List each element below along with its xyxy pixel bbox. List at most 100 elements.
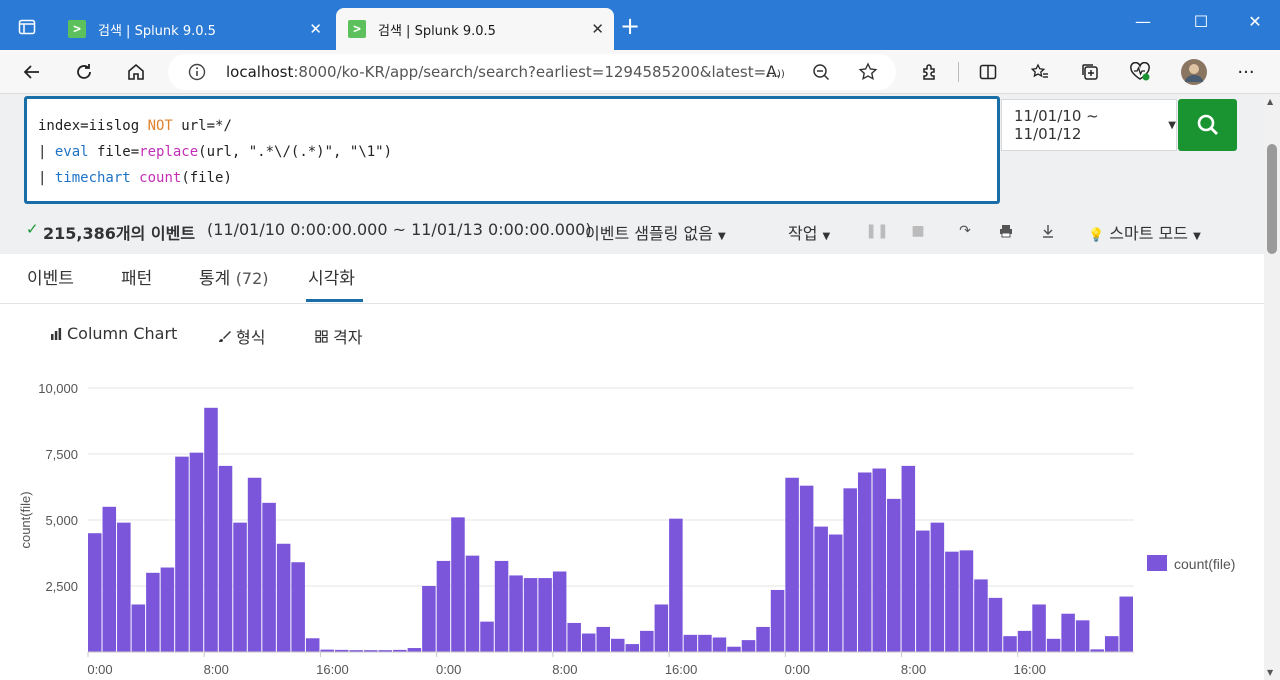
tab-statistics-count: (72)	[235, 269, 269, 288]
site-info-icon[interactable]	[188, 63, 206, 85]
chart-bar	[1119, 596, 1133, 652]
browser-essentials-icon[interactable]	[1126, 58, 1154, 86]
stop-icon[interactable]: ■	[909, 222, 927, 240]
search-query-input[interactable]: index=iislog NOT url=*/ | eval file=repl…	[24, 96, 1000, 204]
query-line-2: | eval file=replace(url, ".*\/(.*)", "\1…	[38, 139, 986, 165]
tab-patterns[interactable]: 패턴	[121, 264, 152, 289]
y-tick-label: 7,500	[45, 447, 78, 462]
chart-bar	[843, 488, 857, 652]
read-aloud-icon[interactable]: A))	[766, 62, 785, 81]
job-dropdown[interactable]: 작업 ▼	[788, 220, 830, 244]
minimize-icon[interactable]: —	[1128, 12, 1158, 31]
chart-bar	[189, 452, 204, 652]
favorite-star-icon[interactable]	[858, 62, 878, 86]
tab-actions-icon[interactable]	[14, 14, 40, 40]
chart-bar	[1104, 636, 1119, 652]
scroll-up-icon[interactable]: ▲	[1267, 97, 1273, 106]
chart-bar	[828, 534, 843, 652]
format-label: 형식	[236, 328, 266, 347]
time-range-picker[interactable]: 11/01/10 ~ 11/01/12 ▼	[1001, 99, 1177, 151]
tab-visualization[interactable]: 시각화	[308, 264, 355, 289]
chart-bar	[581, 633, 596, 652]
chart-bar	[1061, 613, 1075, 652]
more-menu-icon[interactable]: ···	[1232, 58, 1260, 86]
browser-tab-2[interactable]: > 검색 | Splunk 9.0.5 ✕	[336, 8, 614, 50]
home-icon[interactable]	[122, 58, 150, 86]
job-label: 작업	[788, 224, 818, 243]
chart-bar	[1046, 638, 1061, 652]
chart-bar	[567, 622, 581, 652]
browser-tab-1[interactable]: > 검색 | Splunk 9.0.5 ✕	[56, 8, 332, 50]
close-tab-icon[interactable]: ✕	[309, 20, 322, 38]
pause-icon[interactable]: ❚❚	[865, 222, 888, 240]
chevron-down-icon: ▼	[1168, 119, 1176, 131]
chart-bar	[160, 567, 175, 652]
profile-avatar[interactable]	[1180, 58, 1208, 86]
vertical-scrollbar[interactable]: ▲ ▼	[1264, 94, 1280, 680]
new-tab-button[interactable]: +	[620, 14, 640, 38]
refresh-icon[interactable]	[70, 58, 98, 86]
chart-bar	[262, 502, 276, 652]
job-status-bar: ✓ 215,386개의 이벤트 (11/01/10 0:00:00.000 ~ …	[0, 210, 1264, 250]
event-sampling-dropdown[interactable]: 이벤트 샘플링 없음 ▼	[585, 220, 726, 244]
trellis-button[interactable]: 격자	[315, 324, 362, 348]
chart-bar	[117, 522, 131, 652]
tab-statistics[interactable]: 통계 (72)	[199, 264, 269, 289]
zoom-icon[interactable]	[812, 63, 830, 85]
chart-bar	[988, 597, 1003, 652]
tab-title: 검색 | Splunk 9.0.5	[378, 23, 496, 39]
result-tabs: 이벤트 패턴 통계 (72) 시각화	[0, 254, 1264, 304]
chart-bar	[611, 638, 625, 652]
chart-bar	[596, 626, 610, 652]
favorites-icon[interactable]	[1026, 58, 1054, 86]
column-chart: 10,000 7,500 5,000 2,500 count(file) 0:00 8:00…	[18, 381, 1235, 677]
chart-bar	[218, 465, 233, 652]
extensions-icon[interactable]	[916, 58, 944, 86]
share-icon[interactable]: ↷	[956, 222, 974, 240]
query-text: (file)	[181, 170, 232, 186]
query-text: url=*/	[172, 118, 232, 134]
chart-bar	[683, 634, 698, 652]
scrollbar-thumb[interactable]	[1267, 144, 1277, 254]
chart-bar	[857, 472, 872, 652]
brush-icon	[219, 330, 231, 342]
chart-bar	[974, 579, 988, 652]
chart-bar	[305, 638, 320, 652]
query-text: file=	[88, 144, 140, 160]
x-tick-label: 0:00	[785, 662, 810, 677]
collections-icon[interactable]	[1076, 58, 1104, 86]
chart-bar	[422, 586, 436, 652]
search-mode-dropdown[interactable]: 💡 스마트 모드 ▼	[1088, 220, 1201, 244]
chart-bar	[930, 522, 945, 652]
chart-bar	[887, 498, 901, 652]
chart-type-button[interactable]: Column Chart	[50, 324, 177, 343]
chart-bar	[494, 560, 509, 652]
chart-bar	[233, 522, 247, 652]
address-bar[interactable]: localhost:8000/ko-KR/app/search/search?e…	[168, 54, 896, 90]
browser-title-bar: > 검색 | Splunk 9.0.5 ✕ > 검색 | Splunk 9.0.…	[0, 0, 1280, 50]
chart-bar	[480, 621, 494, 652]
url-text[interactable]: localhost:8000/ko-KR/app/search/search?e…	[226, 63, 781, 81]
export-icon[interactable]	[1039, 222, 1057, 240]
close-window-icon[interactable]: ✕	[1240, 12, 1270, 31]
splunk-favicon-icon: >	[348, 20, 366, 38]
chart-bar	[451, 517, 465, 652]
format-button[interactable]: 형식	[218, 324, 265, 348]
chart-bar	[712, 637, 727, 652]
grid-icon	[315, 329, 328, 343]
scroll-down-icon[interactable]: ▼	[1267, 668, 1273, 677]
chart-bar	[625, 644, 640, 652]
search-button[interactable]	[1178, 99, 1237, 151]
close-tab-icon[interactable]: ✕	[591, 20, 604, 38]
url-path: :8000/ko-KR/app/search/search?earliest=1…	[293, 63, 781, 81]
tab-events[interactable]: 이벤트	[27, 264, 74, 289]
maximize-icon[interactable]: ☐	[1186, 12, 1216, 31]
print-icon[interactable]	[997, 222, 1015, 240]
chart-bar	[175, 456, 189, 652]
chart-bar	[727, 646, 741, 652]
query-line-1: index=iislog NOT url=*/	[38, 113, 986, 139]
x-tick-label: 16:00	[316, 662, 349, 677]
back-icon[interactable]	[18, 58, 46, 86]
split-screen-icon[interactable]	[974, 58, 1002, 86]
active-tab-indicator	[306, 299, 363, 302]
